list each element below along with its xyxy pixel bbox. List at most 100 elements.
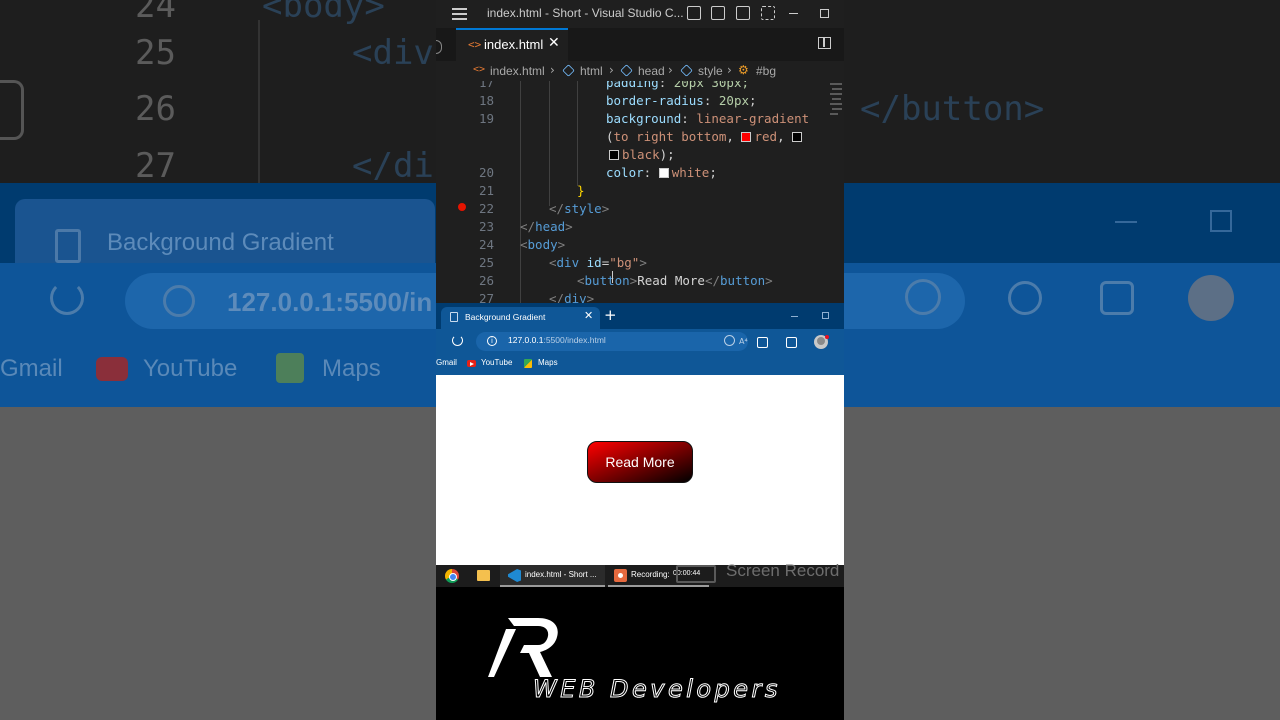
code-line-18: border-radius: 20px; bbox=[606, 93, 757, 108]
breadcrumb-style[interactable]: style bbox=[698, 64, 723, 78]
toggle-sidebar-icon[interactable] bbox=[687, 6, 701, 20]
maps-icon bbox=[276, 353, 304, 383]
maximize-icon bbox=[1210, 210, 1232, 232]
vscode-icon bbox=[508, 569, 521, 582]
line-number: 19 bbox=[478, 111, 494, 126]
editor-tabs: <> index.html ✕ bbox=[436, 28, 844, 61]
color-swatch-white[interactable] bbox=[658, 168, 669, 178]
read-aloud-icon[interactable]: A⁴ bbox=[739, 337, 748, 346]
info-icon[interactable]: i bbox=[487, 336, 497, 346]
backdrop-code: </di bbox=[352, 146, 434, 186]
browser-tab-title: Background Gradient bbox=[465, 312, 546, 322]
minimize-button[interactable] bbox=[791, 316, 798, 317]
url-field[interactable]: i 127.0.0.1:5500/index.html A⁴ bbox=[476, 332, 748, 351]
code-line-26: <button>Read More</button> bbox=[577, 273, 773, 288]
tab-index-html[interactable]: <> index.html ✕ bbox=[456, 28, 568, 61]
indent-guide bbox=[520, 81, 521, 303]
read-more-button[interactable]: Read More bbox=[587, 441, 693, 483]
code-line-19: background: linear-gradient bbox=[606, 111, 810, 126]
file-explorer-icon[interactable] bbox=[477, 570, 490, 581]
chevron-right-icon: › bbox=[609, 63, 614, 77]
taskbar: index.html - Short ... Recording: 00:00:… bbox=[436, 561, 844, 587]
code-line-25: <div id="bg"> bbox=[549, 255, 647, 270]
new-tab-button[interactable]: + bbox=[604, 306, 617, 324]
maps-icon bbox=[524, 359, 532, 368]
code-line-21: } bbox=[577, 183, 585, 198]
taskbar-item-label: Recording: bbox=[631, 570, 670, 579]
breadcrumb-file[interactable]: index.html bbox=[490, 64, 545, 78]
code-line-19-wrap: (to right bottom, red, bbox=[606, 129, 805, 144]
breadcrumb: <> index.html › html › head › style › ⚙ … bbox=[436, 61, 844, 81]
chevron-right-icon: › bbox=[727, 63, 732, 77]
symbol-element-icon bbox=[680, 64, 693, 77]
web-page: Read More bbox=[436, 375, 844, 565]
vscode-titlebar: index.html - Short - Visual Studio C... bbox=[436, 0, 844, 28]
bookmark-gmail[interactable]: Gmail bbox=[436, 358, 457, 367]
code-editor[interactable]: 17 18 19 20 21 22 23 24 25 26 27 padding… bbox=[436, 81, 844, 303]
add-favorite-icon[interactable] bbox=[724, 335, 735, 346]
breadcrumb-bg[interactable]: #bg bbox=[756, 64, 776, 78]
maximize-button[interactable] bbox=[820, 9, 829, 18]
html-file-icon: <> bbox=[473, 64, 486, 75]
code-line-22: </style> bbox=[549, 201, 610, 216]
color-swatch-red[interactable] bbox=[741, 132, 752, 142]
breadcrumb-html[interactable]: html bbox=[580, 64, 603, 78]
backdrop-line-number: 27 bbox=[135, 146, 176, 186]
maximize-button[interactable] bbox=[822, 312, 829, 319]
reload-icon[interactable] bbox=[452, 335, 463, 346]
color-swatch-black[interactable] bbox=[609, 150, 619, 160]
line-number: 18 bbox=[478, 93, 494, 108]
browser-tabbar: Background Gradient ✕ + bbox=[436, 303, 844, 329]
bookmark-maps[interactable]: Maps bbox=[538, 358, 558, 367]
backdrop-line-number: 24 bbox=[135, 0, 176, 26]
screen-recorder-icon bbox=[676, 565, 716, 583]
chevron-right-icon: › bbox=[550, 63, 555, 77]
hamburger-menu-icon[interactable] bbox=[452, 8, 467, 20]
document-icon bbox=[55, 229, 81, 263]
minimize-button[interactable] bbox=[789, 13, 798, 14]
code-line-24: <body> bbox=[520, 237, 566, 252]
backdrop-code: </button> bbox=[860, 89, 1045, 129]
tab-label: index.html bbox=[484, 37, 544, 52]
minimize-icon bbox=[1115, 221, 1137, 223]
browser-window: Background Gradient ✕ + i 127.0.0.1:5500… bbox=[436, 303, 844, 565]
bookmark-youtube[interactable]: YouTube bbox=[481, 358, 512, 367]
line-number: 20 bbox=[478, 165, 494, 180]
taskbar-item-vscode[interactable]: index.html - Short ... bbox=[500, 565, 605, 587]
collections-icon[interactable] bbox=[786, 337, 797, 348]
line-number: 21 bbox=[478, 183, 494, 198]
address-bar: i 127.0.0.1:5500/index.html A⁴ bbox=[436, 329, 844, 354]
symbol-element-icon bbox=[620, 64, 633, 77]
close-icon[interactable]: ✕ bbox=[584, 309, 593, 322]
line-number: 27 bbox=[478, 291, 494, 303]
info-icon bbox=[163, 285, 195, 317]
minimap[interactable] bbox=[828, 81, 844, 131]
customize-layout-icon[interactable] bbox=[761, 6, 775, 20]
window-title: index.html - Short - Visual Studio C... bbox=[487, 6, 684, 20]
profile-icon bbox=[1188, 275, 1234, 321]
close-icon[interactable]: ✕ bbox=[548, 35, 560, 51]
taskbar-item-label: index.html - Short ... bbox=[525, 570, 597, 579]
toggle-secondary-sidebar-icon[interactable] bbox=[736, 6, 750, 20]
url-text: 127.0.0.1:5500/index.html bbox=[508, 335, 606, 345]
collections-icon bbox=[1100, 281, 1134, 315]
line-number: 24 bbox=[478, 237, 494, 252]
backdrop-bookmark: Gmail bbox=[0, 355, 63, 382]
breadcrumb-head[interactable]: head bbox=[638, 64, 665, 78]
toggle-panel-icon[interactable] bbox=[711, 6, 725, 20]
screen-recorder-watermark: Screen Record bbox=[726, 561, 840, 580]
color-swatch-black[interactable] bbox=[792, 132, 803, 142]
explorer-icon[interactable] bbox=[436, 40, 442, 54]
code-line-17: padding: 20px 30px; bbox=[606, 81, 750, 90]
backdrop-code: <div bbox=[352, 33, 434, 73]
backdrop-indent-guide bbox=[258, 20, 260, 183]
split-editor-icon[interactable] bbox=[818, 37, 831, 49]
chrome-icon[interactable] bbox=[445, 569, 459, 583]
backdrop-url: 127.0.0.1:5500/in bbox=[227, 287, 433, 317]
backdrop-line-number: 25 bbox=[135, 33, 176, 73]
favorites-icon[interactable] bbox=[757, 337, 768, 348]
browser-tab[interactable]: Background Gradient ✕ bbox=[441, 307, 600, 329]
phone-frame: index.html - Short - Visual Studio C... … bbox=[436, 0, 844, 720]
line-number: 22 bbox=[478, 201, 494, 216]
backdrop-code: <body> bbox=[262, 0, 385, 26]
